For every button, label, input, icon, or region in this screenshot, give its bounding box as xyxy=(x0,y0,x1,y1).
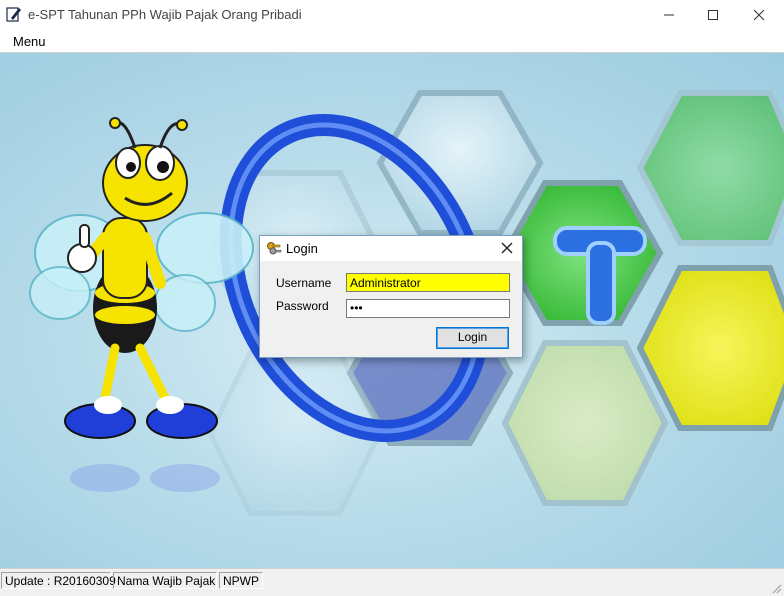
password-field[interactable]: ••• xyxy=(346,299,510,318)
keys-icon xyxy=(267,242,282,255)
close-button[interactable] xyxy=(736,0,782,30)
password-label: Password xyxy=(276,299,329,313)
username-field[interactable] xyxy=(346,273,510,292)
menu-item-menu[interactable]: Menu xyxy=(13,34,46,49)
login-dialog-title: Login xyxy=(286,241,318,256)
minimize-icon xyxy=(664,14,674,16)
status-taxpayer-name: Nama Wajib Pajak xyxy=(113,572,217,589)
close-icon[interactable] xyxy=(498,239,516,257)
status-bar: Update : R20160309 Nama Wajib Pajak NPWP xyxy=(0,568,784,596)
hexagon-tile xyxy=(636,265,784,431)
menu-bar: Menu xyxy=(0,30,784,53)
login-dialog: Login Username Password ••• Login xyxy=(259,235,523,358)
minimize-button[interactable] xyxy=(646,0,692,30)
username-label: Username xyxy=(276,276,332,290)
resize-grip-icon[interactable] xyxy=(770,582,782,594)
close-icon xyxy=(753,9,765,21)
status-npwp: NPWP xyxy=(219,572,263,589)
maximize-icon xyxy=(708,10,718,20)
window-title: e-SPT Tahunan PPh Wajib Pajak Orang Prib… xyxy=(28,7,302,22)
hexagon-tile xyxy=(636,90,784,246)
login-dialog-titlebar: Login xyxy=(260,236,522,261)
hexagon-tile xyxy=(501,340,669,506)
status-update: Update : R20160309 xyxy=(1,572,116,589)
title-bar: e-SPT Tahunan PPh Wajib Pajak Orang Prib… xyxy=(0,0,784,30)
app-icon xyxy=(6,7,21,22)
login-button[interactable]: Login xyxy=(436,327,509,349)
maximize-button[interactable] xyxy=(690,0,736,30)
